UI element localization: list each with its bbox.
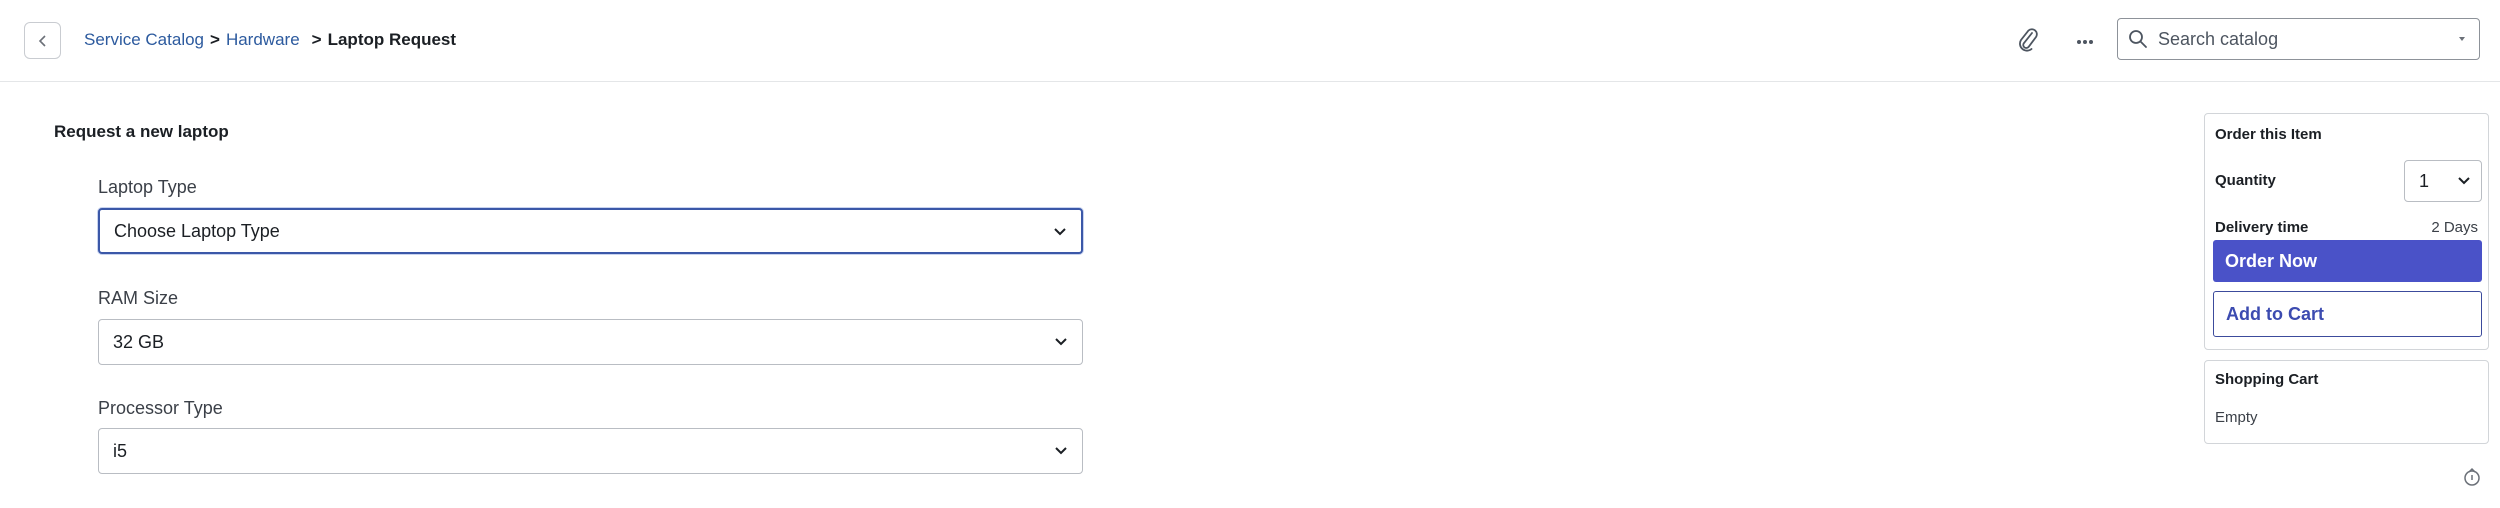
back-button[interactable] (24, 22, 61, 59)
quantity-label: Quantity (2215, 172, 2276, 189)
page-header: Service Catalog > Hardware > Laptop Requ… (0, 0, 2500, 82)
search-icon (2129, 30, 2147, 48)
breadcrumb-service-catalog[interactable]: Service Catalog (84, 30, 204, 50)
order-now-button[interactable]: Order Now (2213, 240, 2482, 282)
laptop-type-label: Laptop Type (98, 177, 197, 197)
ram-size-select[interactable]: 32 GB (98, 319, 1083, 365)
add-to-cart-button[interactable]: Add to Cart (2213, 291, 2482, 337)
processor-type-label: Processor Type (98, 398, 223, 418)
processor-type-value: i5 (113, 440, 128, 461)
breadcrumb-separator: > (311, 30, 322, 49)
form-title: Request a new laptop (54, 122, 229, 141)
laptop-type-value: Choose Laptop Type (114, 220, 280, 241)
search-input[interactable] (2158, 28, 2428, 50)
more-icon[interactable] (2070, 24, 2100, 56)
breadcrumb: Service Catalog > Hardware > Laptop Requ… (84, 30, 456, 50)
back-arrow-icon (38, 34, 46, 47)
breadcrumb-current: Laptop Request (327, 30, 457, 49)
delivery-time-label: Delivery time (2215, 219, 2309, 236)
chevron-down-icon (1054, 228, 1066, 236)
chevron-down-icon (2458, 177, 2470, 185)
ram-size-value: 32 GB (113, 331, 165, 352)
order-panel-heading: Order this Item (2215, 126, 2322, 143)
help-icon[interactable] (2462, 466, 2482, 488)
breadcrumb-hardware[interactable]: Hardware (226, 30, 300, 50)
shopping-cart-status: Empty (2215, 409, 2258, 426)
ram-size-label: RAM Size (98, 288, 179, 308)
breadcrumb-separator: > (210, 30, 220, 49)
shopping-cart-panel: Shopping Cart Empty (2204, 360, 2489, 444)
chevron-down-icon (1055, 447, 1067, 455)
chevron-down-icon (1055, 338, 1067, 346)
search-catalog-field[interactable] (2117, 18, 2480, 60)
order-panel: Order this Item Quantity 1 Delivery time… (2204, 113, 2489, 350)
delivery-time-value: 2 Days (2431, 219, 2478, 236)
caret-down-icon[interactable] (2457, 34, 2467, 44)
paperclip-icon[interactable] (2016, 24, 2042, 56)
quantity-select[interactable]: 1 (2404, 160, 2482, 202)
shopping-cart-heading: Shopping Cart (2215, 371, 2319, 388)
quantity-value: 1 (2419, 170, 2430, 191)
laptop-type-select[interactable]: Choose Laptop Type (98, 208, 1083, 254)
processor-type-select[interactable]: i5 (98, 428, 1083, 474)
